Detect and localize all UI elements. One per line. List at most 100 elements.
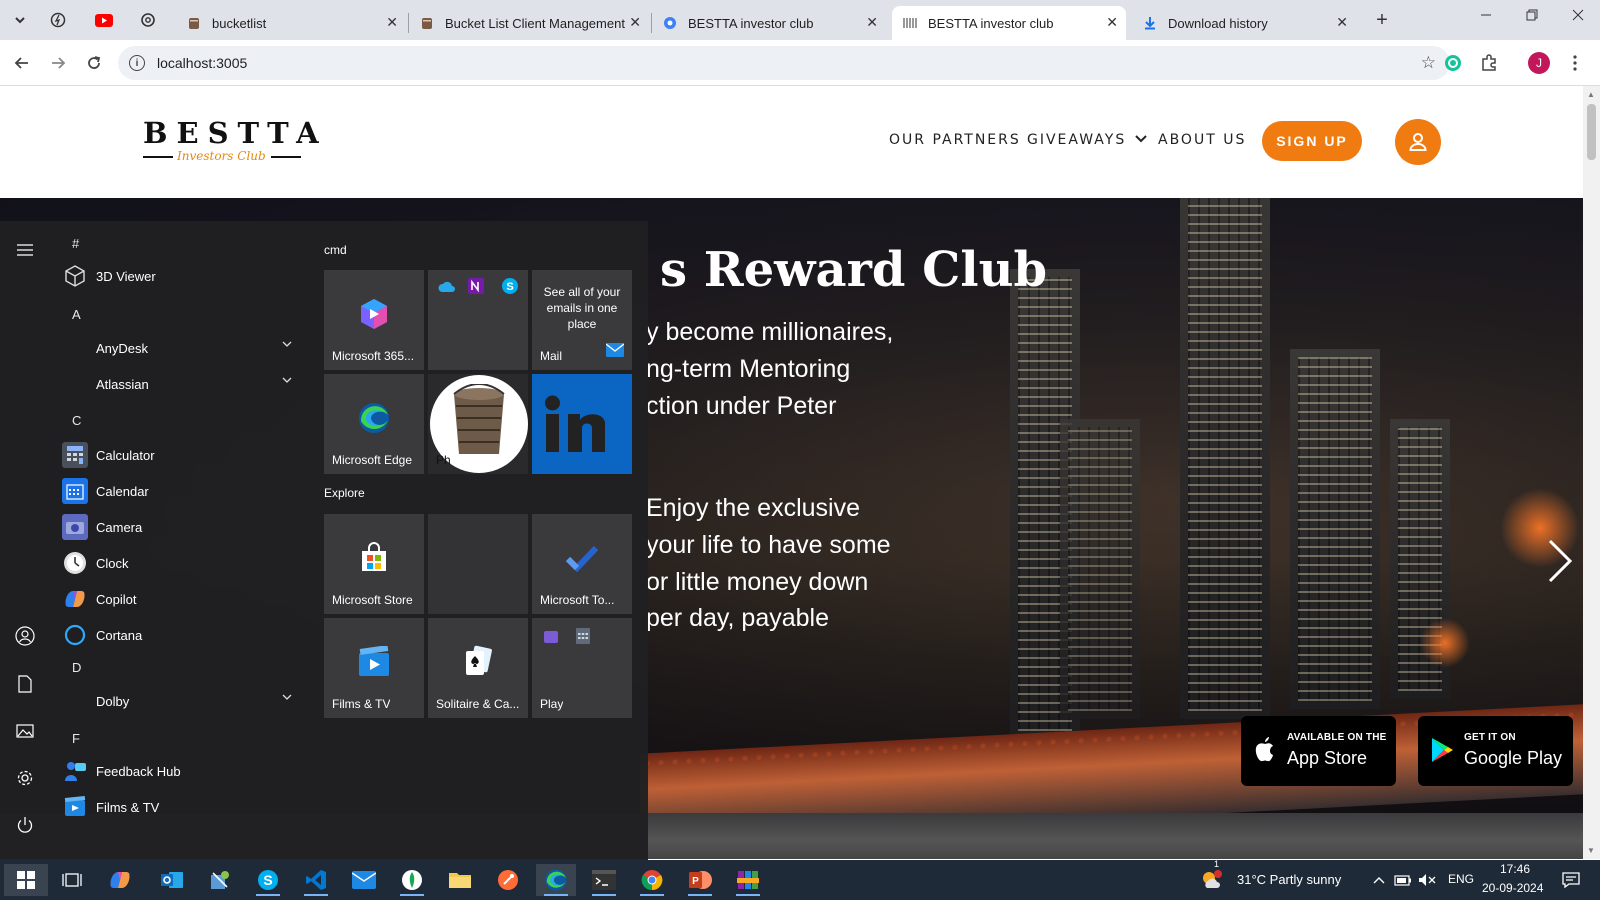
- profile-avatar[interactable]: J: [1528, 52, 1550, 74]
- app-list-section-letter[interactable]: #: [72, 236, 79, 251]
- minimize-window-icon[interactable]: [1466, 8, 1506, 24]
- app-clock[interactable]: Clock: [62, 546, 306, 580]
- weather-text[interactable]: 31°C Partly sunny: [1237, 872, 1341, 887]
- nav-giveaways[interactable]: GIVEAWAYS: [1027, 132, 1147, 148]
- app-calendar[interactable]: Calendar: [62, 474, 306, 508]
- user-account-button[interactable]: [1395, 119, 1441, 165]
- app-calculator[interactable]: Calculator: [62, 438, 306, 472]
- taskbar-snipping-tool-icon[interactable]: [200, 864, 240, 896]
- app-list-section-letter[interactable]: C: [72, 413, 81, 428]
- extension-grammarly-icon[interactable]: [1442, 52, 1464, 74]
- clock-date[interactable]: 20-09-2024: [1482, 881, 1543, 895]
- sign-up-button[interactable]: SIGN UP: [1262, 121, 1362, 161]
- app-films-tv[interactable]: Films & TV: [62, 790, 306, 824]
- new-tab-plus-icon[interactable]: +: [1370, 8, 1394, 32]
- pictures-icon[interactable]: [14, 720, 36, 742]
- app-list-section-letter[interactable]: A: [72, 307, 81, 322]
- pinned-tab-performance-icon[interactable]: [46, 8, 70, 32]
- app-list-section-letter[interactable]: F: [72, 731, 80, 746]
- tile-linkedin[interactable]: [532, 374, 632, 474]
- pinned-tab-youtube-icon[interactable]: [92, 8, 116, 32]
- google-play-button[interactable]: GET IT ON Google Play: [1418, 716, 1573, 786]
- taskbar-edge-icon[interactable]: [536, 864, 576, 896]
- carousel-next-icon[interactable]: [1544, 538, 1574, 584]
- url-text[interactable]: localhost:3005: [157, 55, 247, 71]
- input-language[interactable]: ENG: [1448, 872, 1474, 886]
- bookmark-star-icon[interactable]: ☆: [1421, 53, 1436, 73]
- app-folder-atlassian[interactable]: Atlassian: [96, 367, 306, 401]
- documents-icon[interactable]: [14, 673, 36, 695]
- app-folder-anydesk[interactable]: AnyDesk: [96, 331, 306, 365]
- close-window-icon[interactable]: [1558, 8, 1598, 24]
- start-button[interactable]: [4, 864, 48, 896]
- tile-microsoft-edge[interactable]: Microsoft Edge: [324, 374, 424, 474]
- notifications-icon[interactable]: [1554, 864, 1588, 896]
- battery-icon[interactable]: [1390, 864, 1416, 896]
- hamburger-menu-icon[interactable]: [14, 239, 36, 261]
- app-folder-dolby[interactable]: Dolby: [96, 684, 306, 718]
- scroll-down-arrow-icon[interactable]: ▼: [1587, 846, 1595, 855]
- tab-bestta-investor-club[interactable]: BESTTA investor club ✕: [652, 6, 886, 40]
- taskbar-terminal-icon[interactable]: [584, 864, 624, 896]
- clock-time[interactable]: 17:46: [1500, 862, 1530, 876]
- tile-group-title[interactable]: cmd: [324, 243, 347, 257]
- tile-microsoft-store[interactable]: Microsoft Store: [324, 514, 424, 614]
- nav-our-partners[interactable]: OUR PARTNERS: [889, 132, 1021, 148]
- address-bar[interactable]: i localhost:3005 ☆: [118, 46, 1450, 80]
- tab-download-history[interactable]: Download history ✕: [1132, 6, 1356, 40]
- close-tab-icon[interactable]: ✕: [1336, 14, 1348, 31]
- app-list-section-letter[interactable]: D: [72, 660, 81, 675]
- tile-solitaire[interactable]: Solitaire & Ca...: [428, 618, 528, 718]
- forward-arrow-icon[interactable]: [46, 51, 70, 75]
- taskbar-outlook-icon[interactable]: [152, 864, 192, 896]
- close-tab-icon[interactable]: ✕: [629, 14, 641, 31]
- tile-play-folder[interactable]: Play: [532, 618, 632, 718]
- pinned-tab-openai-icon[interactable]: [136, 8, 160, 32]
- taskbar-powerpoint-icon[interactable]: P: [680, 864, 720, 896]
- bestta-logo[interactable]: BESTTA Investors Club: [143, 116, 319, 172]
- taskbar-skype-icon[interactable]: S: [248, 864, 288, 896]
- taskbar-copilot-icon[interactable]: [100, 864, 140, 896]
- settings-gear-icon[interactable]: [14, 767, 36, 789]
- volume-muted-icon[interactable]: [1414, 864, 1440, 896]
- app-store-button[interactable]: AVAILABLE ON THE App Store: [1241, 716, 1396, 786]
- close-tab-icon[interactable]: ✕: [386, 14, 398, 31]
- page-scrollbar[interactable]: ▲ ▼: [1583, 86, 1600, 859]
- browser-menu-icon[interactable]: [1564, 52, 1586, 74]
- tab-search-chevron-icon[interactable]: [8, 8, 32, 32]
- taskbar-chrome-icon[interactable]: [632, 864, 672, 896]
- app-copilot[interactable]: Copilot: [62, 582, 306, 616]
- close-tab-icon[interactable]: ✕: [866, 14, 878, 31]
- app-3d-viewer[interactable]: 3D Viewer: [62, 259, 306, 293]
- task-view-icon[interactable]: [52, 864, 92, 896]
- tile-bucket-list-pwa[interactable]: Ph: [428, 374, 528, 474]
- app-cortana[interactable]: Cortana: [62, 618, 306, 652]
- app-feedback-hub[interactable]: Feedback Hub: [62, 754, 306, 788]
- tile-office-folder[interactable]: S: [428, 270, 528, 370]
- taskbar-mail-icon[interactable]: [344, 864, 384, 896]
- taskbar-vscode-icon[interactable]: [296, 864, 336, 896]
- back-arrow-icon[interactable]: [10, 51, 34, 75]
- tile-films-tv[interactable]: Films & TV: [324, 618, 424, 718]
- scrollbar-thumb[interactable]: [1587, 104, 1596, 160]
- tile-microsoft-todo[interactable]: Microsoft To...: [532, 514, 632, 614]
- close-tab-icon[interactable]: ✕: [1106, 14, 1118, 31]
- power-icon[interactable]: [14, 814, 36, 836]
- taskbar-postman-icon[interactable]: [488, 864, 528, 896]
- scroll-up-arrow-icon[interactable]: ▲: [1587, 90, 1595, 99]
- tile-microsoft-365[interactable]: Microsoft 365...: [324, 270, 424, 370]
- taskbar-file-explorer-icon[interactable]: [440, 864, 480, 896]
- weather-sun-cloud-icon[interactable]: [1196, 864, 1226, 896]
- user-account-icon[interactable]: [14, 625, 36, 647]
- app-camera[interactable]: Camera: [62, 510, 306, 544]
- tile-group-title[interactable]: Explore: [324, 486, 365, 500]
- tab-bucket-list-client-management[interactable]: Bucket List Client Management ✕: [409, 6, 649, 40]
- taskbar-mongodb-icon[interactable]: [392, 864, 432, 896]
- show-hidden-icons-chevron-up-icon[interactable]: [1366, 864, 1392, 896]
- tile-mail[interactable]: See all of your emails in one place Mail: [532, 270, 632, 370]
- taskbar-winrar-icon[interactable]: [728, 864, 768, 896]
- nav-about-us[interactable]: ABOUT US: [1158, 132, 1246, 148]
- tile-empty[interactable]: [428, 514, 528, 614]
- extensions-puzzle-icon[interactable]: [1478, 52, 1500, 74]
- tab-bestta-investor-club-active[interactable]: BESTTA investor club ✕: [892, 6, 1126, 40]
